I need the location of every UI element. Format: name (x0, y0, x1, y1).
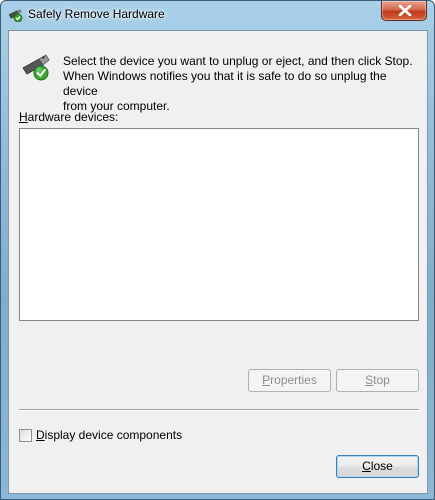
divider (19, 409, 419, 411)
dialog-body: Select the device you want to unplug or … (8, 30, 428, 494)
mnemonic: H (19, 110, 28, 124)
window-title: Safely Remove Hardware (28, 7, 165, 21)
label-text: isplay device components (44, 428, 183, 442)
display-components-checkbox[interactable] (19, 429, 32, 442)
button-label: roperties (270, 373, 317, 387)
instruction-text: Select the device you want to unplug or … (63, 54, 418, 114)
mnemonic: D (36, 428, 45, 442)
properties-button[interactable]: Properties (248, 369, 331, 392)
mnemonic: S (365, 373, 374, 387)
hardware-devices-label: Hardware devices: (19, 110, 118, 124)
mnemonic: P (262, 373, 271, 387)
mnemonic: C (362, 459, 371, 473)
instruction-line: When Windows notifies you that it is saf… (63, 69, 387, 98)
instruction-line: Select the device you want to unplug or … (63, 54, 413, 68)
title-bar[interactable]: Safely Remove Hardware (1, 1, 434, 28)
safely-remove-hardware-window: Safely Remove Hardware Select the device… (0, 0, 435, 500)
hardware-devices-list[interactable] (19, 128, 419, 321)
close-x-icon (398, 5, 412, 16)
usb-plug-check-icon (8, 8, 24, 23)
button-label: top (373, 373, 390, 387)
usb-plug-check-icon (21, 51, 53, 83)
close-window-button[interactable] (381, 1, 427, 21)
display-components-label[interactable]: Display device components (36, 428, 182, 442)
label-text: ardware devices: (27, 110, 119, 124)
button-label: lose (370, 459, 393, 473)
close-button[interactable]: Close (336, 455, 419, 478)
stop-button[interactable]: Stop (336, 369, 419, 392)
